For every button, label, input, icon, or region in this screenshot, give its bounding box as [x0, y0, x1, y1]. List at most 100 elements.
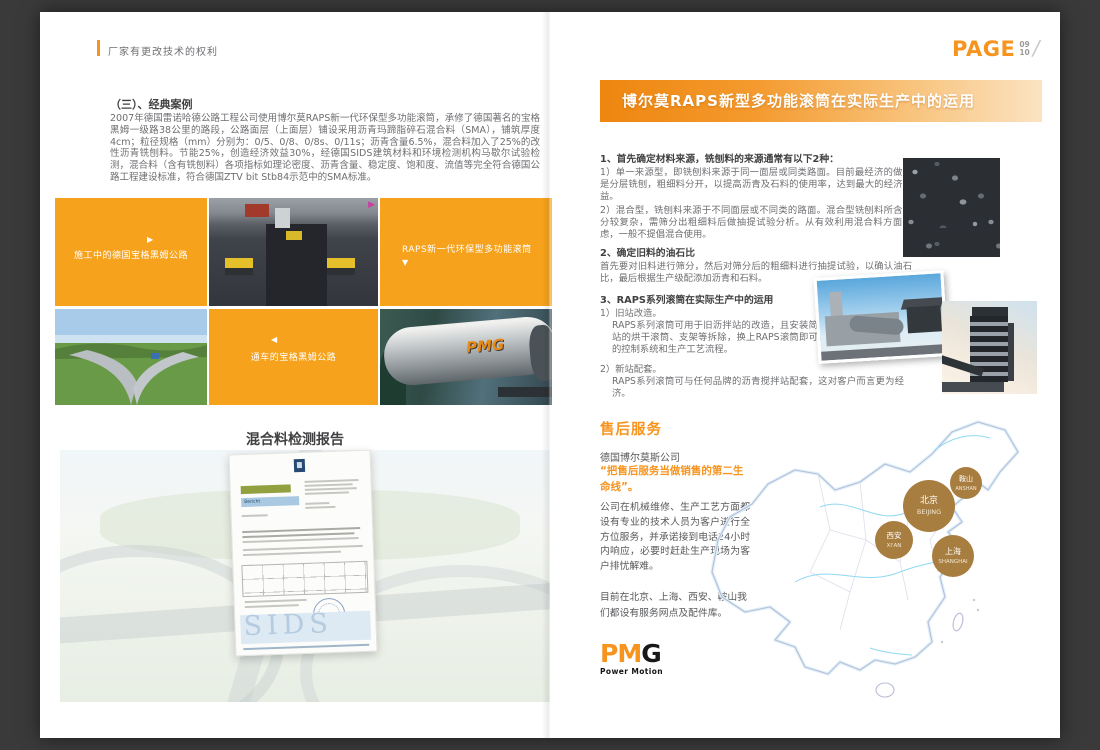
- header-accent-bar: [97, 40, 100, 56]
- logo-letter-m: M: [617, 639, 641, 668]
- drum-pmg-logo: PMG: [465, 335, 505, 356]
- city-beijing-en: BEIJING: [917, 508, 941, 516]
- yangtze-river: [795, 558, 950, 582]
- bericht-label: Bericht: [244, 499, 260, 505]
- test-report-certificate: Bericht SIDS: [229, 450, 378, 657]
- certificate-green-bar: [241, 484, 291, 494]
- case-body-text: 2007年德国雷诺哈德公路工程公司使用博尔莫RAPS新一代环保型多功能滚筒，承修…: [110, 113, 540, 184]
- hainan-island: [876, 683, 894, 697]
- section2-heading: 2、确定旧料的油石比: [600, 245, 695, 259]
- city-shanghai-cn: 上海: [945, 546, 961, 556]
- arrow-left-icon: ◀: [271, 335, 277, 344]
- milled-material-photo: [903, 158, 1000, 257]
- service-company: 德国博尔莫斯公司: [600, 449, 680, 464]
- mixing-tower-photo: [942, 301, 1037, 394]
- section1-paragraph: 1）单一来源型，即铣刨料来源于同一面层或同类路面。目前最经济的做法是分层铣刨，粗…: [600, 167, 912, 202]
- tile-raps-label: RAPS新一代环保型多功能滚筒: [402, 242, 542, 255]
- city-xian-en: XI'AN: [887, 543, 902, 549]
- city-beijing-cn: 北京: [920, 494, 938, 506]
- footer-line: [243, 644, 369, 650]
- province-boundary: [850, 482, 866, 592]
- topic-banner: 博尔莫RAPS新型多功能滚筒在实际生产中的运用: [600, 80, 1042, 122]
- page-number-bottom: 10: [1019, 49, 1029, 57]
- city-xian-cn: 西安: [887, 530, 902, 540]
- tower-stair: [1008, 323, 1014, 381]
- date-line: [305, 502, 329, 505]
- magenta-play-icon: ▶: [368, 200, 375, 210]
- photo-gallery-grid: ▶ 施工中的德国宝格黑姆公路 ▶ RAPS新一代环保型多功能滚筒 ▼: [55, 198, 552, 405]
- logo-letter-p: P: [600, 639, 617, 668]
- drum-photo: PMG: [380, 309, 552, 405]
- taiwan-island: [951, 612, 964, 632]
- white-truck-shape: [275, 208, 290, 228]
- tile-construction-label: 施工中的德国宝格黑姆公路: [55, 248, 207, 261]
- report-title: 混合料检测报告: [190, 429, 400, 449]
- highway-illustration: [55, 309, 207, 405]
- paver-canopy-right: [327, 258, 355, 275]
- city-circle-xian: [875, 521, 913, 559]
- island-dot: [941, 641, 943, 643]
- red-truck-shape: [245, 204, 269, 217]
- service-heading: 售后服务: [600, 418, 662, 439]
- pmg-logo: PMG Power Motion: [600, 642, 663, 676]
- arrow-right-icon: ▶: [147, 235, 153, 244]
- city-anshan-en: ANSHAN: [955, 486, 977, 492]
- address-line: [305, 487, 357, 491]
- sids-watermark: SIDS: [243, 608, 333, 642]
- pearl-river: [870, 648, 912, 655]
- china-service-map: 鞍山 ANSHAN 北京 BEIJING 西安 XI'AN 上海 SHANGHA…: [690, 410, 1100, 705]
- plant-shed-shape: [906, 305, 942, 333]
- brochure-spread: 厂家有更改技术的权利 PAGE 09 10 / （三）、经典案例 2007年德国…: [40, 12, 1060, 738]
- body-line: [243, 545, 363, 551]
- plant-base-shape: [821, 344, 945, 361]
- island-dot: [977, 609, 979, 611]
- asphalt-plant-photo: [813, 270, 948, 364]
- case-section-title: （三）、经典案例: [110, 96, 193, 112]
- city-circle-beijing: [903, 480, 955, 532]
- certificate-crest-inner: [297, 462, 302, 468]
- section3-heading: 3、RAPS系列滚筒在实际生产中的运用: [600, 292, 773, 306]
- results-table: [241, 561, 368, 597]
- highway-photo: [55, 309, 207, 405]
- desk-background: 厂家有更改技术的权利 PAGE 09 10 / （三）、经典案例 2007年德国…: [0, 0, 1100, 750]
- body-line: [243, 551, 341, 556]
- tile-raps-roller: RAPS新一代环保型多功能滚筒 ▼: [380, 198, 552, 306]
- paving-photo: ▶: [209, 198, 378, 306]
- page-slash: /: [1033, 38, 1040, 58]
- body-line: [243, 537, 359, 543]
- city-xian: 西安 XI'AN: [875, 521, 913, 559]
- note-line: [245, 599, 307, 603]
- tile-open-road: ◀ 通车的宝格黑姆公路: [209, 309, 378, 405]
- arrow-down-icon: ▼: [402, 258, 408, 267]
- pmg-logo-tagline: Power Motion: [600, 667, 663, 676]
- page-label: PAGE: [952, 38, 1015, 60]
- pmg-logo-letters: PMG: [600, 642, 663, 666]
- city-shanghai: 上海 SHANGHAI: [932, 535, 974, 577]
- tile-open-label: 通车的宝格黑姆公路: [209, 350, 378, 363]
- tile-construction-road: ▶ 施工中的德国宝格黑姆公路: [55, 198, 207, 306]
- section3-item-body: RAPS系列滚筒可与任何品牌的沥青搅拌站配套，这对客户而言更为经济。: [612, 376, 904, 400]
- page-indicator: PAGE 09 10 /: [952, 38, 1040, 60]
- city-anshan-cn: 鞍山: [959, 474, 973, 483]
- header-note: 厂家有更改技术的权利: [108, 43, 218, 58]
- section1-paragraph: 2）混合型，铣刨料来源于不同面层或不同类的路面。混合型铣刨料所含成分较复杂，需筛…: [600, 205, 912, 240]
- section1-heading: 1、首先确定材料来源，铣刨料的来源通常有以下2种：: [600, 151, 839, 165]
- page-fold: [542, 12, 556, 738]
- note-line: [245, 604, 299, 608]
- address-line: [305, 483, 353, 487]
- city-anshan: 鞍山 ANSHAN: [950, 467, 982, 499]
- logo-letter-g: G: [641, 639, 661, 668]
- section3-item-heading: 2）新站配套。: [600, 364, 912, 376]
- city-beijing: 北京 BEIJING: [903, 480, 955, 532]
- island-dot: [973, 599, 975, 601]
- address-line: [305, 491, 349, 495]
- province-boundary: [810, 474, 830, 572]
- city-circle-shanghai: [932, 535, 974, 577]
- city-shanghai-en: SHANGHAI: [938, 559, 968, 565]
- date-line: [305, 506, 335, 509]
- tower-base: [942, 382, 1004, 392]
- ref-line: [242, 514, 268, 517]
- city-circle-anshan: [950, 467, 982, 499]
- paver-machine-shape: [286, 231, 302, 240]
- topic-banner-title: 博尔莫RAPS新型多功能滚筒在实际生产中的运用: [622, 80, 975, 122]
